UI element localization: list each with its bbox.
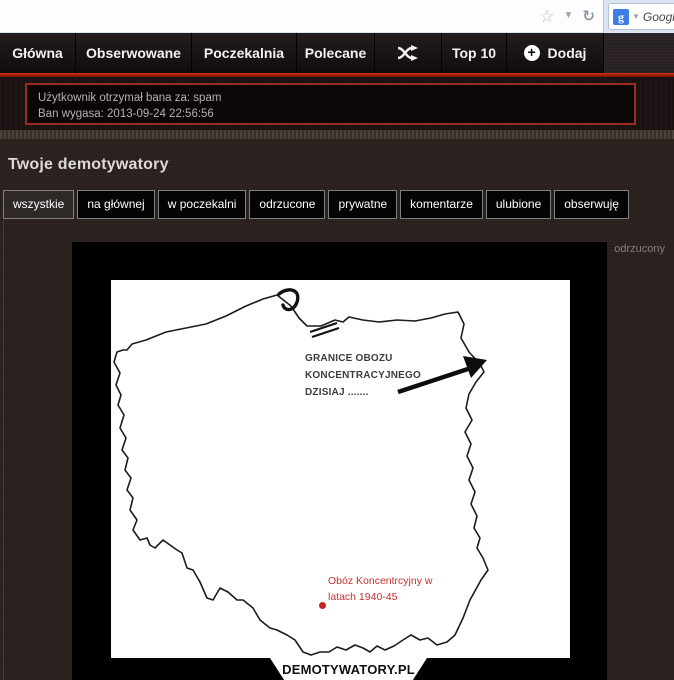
header-strip: Użytkownik otrzymał bana za: spam Ban wy… <box>0 77 674 130</box>
content-left-edge <box>3 221 4 680</box>
nav-item-top10[interactable]: Top 10 <box>442 33 507 73</box>
nav-item-obserwowane[interactable]: Obserwowane <box>76 33 192 73</box>
plus-icon: + <box>524 45 540 61</box>
nav-item-polecane[interactable]: Polecane <box>297 33 375 73</box>
address-bar[interactable]: ☆ ▼ ↻ <box>0 0 604 32</box>
browser-search-box[interactable]: g ▼ Google <box>608 3 674 30</box>
page: ☆ ▼ ↻ g ▼ Google Główna Obserwowane Pocz… <box>0 0 674 680</box>
google-favicon: g <box>613 9 629 25</box>
nav-items: Główna Obserwowane Poczekalnia Polecane <box>0 33 604 73</box>
refresh-icon[interactable]: ↻ <box>582 9 595 24</box>
nav-item-dodaj[interactable]: + Dodaj <box>507 33 604 73</box>
camp-caption: Obóz Koncentrcyjny w latach 1940-45 <box>328 573 432 605</box>
tab-obserwuje[interactable]: obserwuję <box>554 190 629 219</box>
tab-ulubione[interactable]: ulubione <box>486 190 551 219</box>
ban-reason: Użytkownik otrzymał bana za: spam <box>38 90 634 106</box>
annotation-arrow-head <box>463 356 487 378</box>
tab-wszystkie[interactable]: wszystkie <box>3 190 74 219</box>
texture-band <box>0 130 674 139</box>
search-engine-label: Google <box>643 10 674 24</box>
camp-location-dot <box>319 602 326 609</box>
ban-notice: Użytkownik otrzymał bana za: spam Ban wy… <box>25 83 636 125</box>
map-caption: GRANICE OBOZU KONCENTRACYJNEGO DZISIAJ .… <box>305 350 421 401</box>
tab-na-glownej[interactable]: na głównej <box>77 190 154 219</box>
demotivator-frame[interactable]: GRANICE OBOZU KONCENTRACYJNEGO DZISIAJ .… <box>72 242 607 680</box>
search-engine-dropdown-icon[interactable]: ▼ <box>632 12 640 21</box>
tab-odrzucone[interactable]: odrzucone <box>249 190 325 219</box>
filter-tabs: wszystkie na głównej w poczekalni odrzuc… <box>3 190 629 219</box>
browser-chrome: ☆ ▼ ↻ g ▼ Google <box>0 0 674 34</box>
nav-item-shuffle[interactable] <box>375 33 442 73</box>
nav-item-glowna[interactable]: Główna <box>0 33 76 73</box>
address-bar-icons: ☆ ▼ ↻ <box>539 0 595 32</box>
chevron-down-icon[interactable]: ▼ <box>564 11 574 21</box>
shuffle-icon <box>397 45 419 61</box>
ban-expiry: Ban wygasa: 2013-09-24 22:56:56 <box>38 106 634 122</box>
tab-komentarze[interactable]: komentarze <box>400 190 483 219</box>
tab-prywatne[interactable]: prywatne <box>328 190 397 219</box>
watermark: DEMOTYWATORY.PL <box>270 658 427 680</box>
demotivator-image: GRANICE OBOZU KONCENTRACYJNEGO DZISIAJ .… <box>111 280 570 658</box>
page-title: Twoje demotywatory <box>8 156 169 174</box>
bookmark-star-icon[interactable]: ☆ <box>539 8 554 25</box>
navbar-filler <box>604 33 674 73</box>
status-badge: odrzucony <box>614 243 665 255</box>
nav-item-poczekalnia[interactable]: Poczekalnia <box>192 33 297 73</box>
tab-w-poczekalni[interactable]: w poczekalni <box>158 190 247 219</box>
site-navbar: Główna Obserwowane Poczekalnia Polecane <box>0 33 674 73</box>
